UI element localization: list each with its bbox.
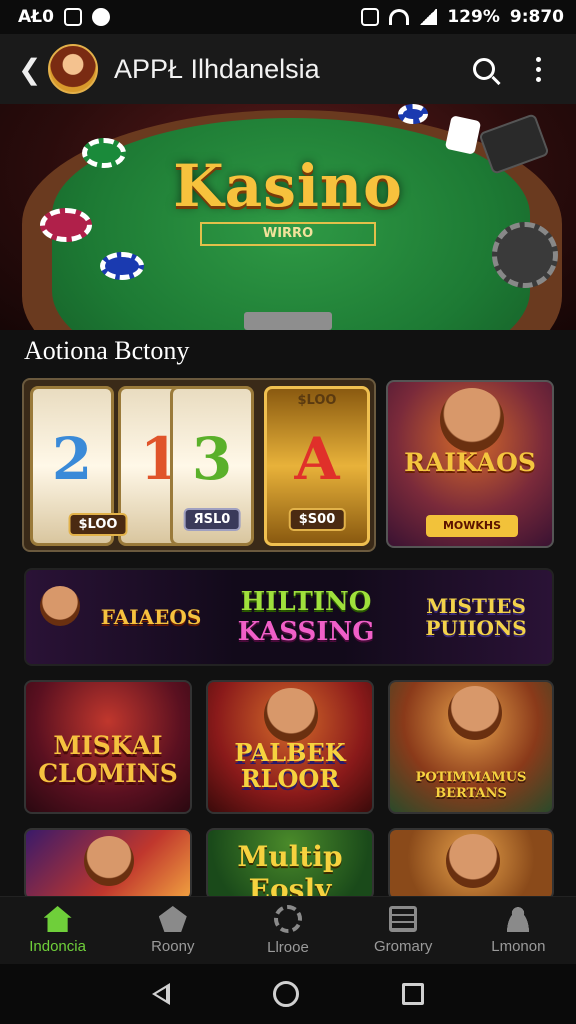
- game-tile[interactable]: [24, 828, 192, 900]
- bottom-navigation: Indoncia Roony Llrooe Gromary Lmonon: [0, 896, 576, 964]
- banner-game-1[interactable]: FAIAEOS: [86, 570, 216, 664]
- reel-top-label: $LOO: [297, 393, 337, 408]
- game-tile[interactable]: PALBEK RLOOR: [206, 680, 374, 814]
- slot-reel: 3 ЯSL0: [170, 386, 254, 546]
- hero-pager-indicator: [244, 312, 332, 330]
- chip-icon: [100, 252, 144, 280]
- reel-label: ЯSL0: [183, 508, 241, 531]
- clock: 9:870: [509, 7, 564, 27]
- character-illustration: [440, 388, 504, 452]
- app-bar: ❮ APPŁ Ilhdanelsia: [0, 34, 576, 104]
- system-home-icon[interactable]: [272, 981, 299, 1007]
- gear-icon: [273, 905, 302, 933]
- search-icon: [473, 58, 495, 80]
- banner-game-2[interactable]: HILTINO KASSING: [226, 570, 386, 664]
- banner-game-3[interactable]: MISTIES PUIIONS: [396, 570, 552, 664]
- chip-stack-icon: [492, 222, 558, 288]
- battery-text: 129%: [447, 7, 500, 27]
- nav-label: Roony: [151, 938, 195, 955]
- system-navigation-bar: [0, 964, 576, 1024]
- wifi-icon: [389, 9, 410, 25]
- grid-icon: [389, 906, 418, 932]
- more-vert-icon: [535, 56, 541, 82]
- reel-number: 3: [191, 425, 233, 493]
- section-title: Aotiona Bctony: [24, 336, 190, 365]
- nav-item-home[interactable]: Indoncia: [8, 906, 108, 955]
- character-illustration: [40, 586, 80, 626]
- character-illustration: [264, 688, 318, 742]
- character-illustration: [446, 834, 500, 888]
- promo-game-card[interactable]: RAIKAOS MOWKHS: [386, 380, 554, 548]
- nav-label: Llrooe: [267, 939, 309, 956]
- hero-banner[interactable]: Kasino WIRRO: [0, 104, 576, 330]
- system-recents-icon[interactable]: [402, 983, 425, 1005]
- more-button[interactable]: [518, 49, 558, 89]
- character-illustration: [448, 686, 502, 740]
- reel-label: $LOO: [68, 513, 128, 536]
- hero-title: Kasino: [173, 152, 403, 220]
- banner-game-2-line2: KASSING: [237, 617, 375, 647]
- slot-game-card[interactable]: 2 1 3 ЯSL0 $LOO A $S00 $LOO: [22, 378, 376, 552]
- nav-item-llrooe[interactable]: Llrooe: [238, 905, 338, 956]
- nav-label: Lmonon: [491, 938, 546, 955]
- status-carrier-text: AŁ0: [18, 7, 54, 27]
- user-icon: [504, 906, 533, 932]
- games-banner[interactable]: FAIAEOS HILTINO KASSING MISTIES PUIIONS: [24, 568, 554, 666]
- game-tile[interactable]: MISKAI CLOMINS: [24, 680, 192, 814]
- nav-label: Gromary: [373, 938, 433, 955]
- game-tile[interactable]: POTIMMAMUS BERTANS: [388, 680, 554, 814]
- nav-item-lmonon[interactable]: Lmonon: [468, 906, 568, 955]
- game-tile-title: POTIMMAMUS BERTANS: [415, 770, 527, 801]
- app-title: APPŁ Ilhdanelsia: [114, 53, 320, 84]
- notification-icon: [63, 8, 82, 26]
- reel-number: 2: [51, 425, 93, 493]
- chip-icon: [398, 104, 428, 124]
- signal-icon: [419, 9, 438, 25]
- character-illustration: [84, 836, 134, 886]
- slot-reel: $LOO A $S00: [264, 386, 370, 546]
- game-tile[interactable]: Multip Eosly: [206, 828, 374, 900]
- system-back-icon[interactable]: [151, 983, 170, 1005]
- status-bar: AŁ0 129% 9:870: [0, 0, 576, 34]
- promo-button[interactable]: MOWKHS: [426, 515, 518, 537]
- game-tile-title: Multip Eosly: [237, 840, 343, 900]
- star-icon: [158, 906, 187, 932]
- game-tile-title: MISKAI CLOMINS: [38, 731, 178, 788]
- reel-label: $S00: [288, 508, 346, 531]
- hero-subtitle: WIRRO: [200, 222, 376, 246]
- search-button[interactable]: [464, 49, 504, 89]
- home-icon: [43, 906, 72, 932]
- whatsapp-icon: [91, 8, 110, 26]
- vibrate-icon: [361, 8, 380, 26]
- avatar[interactable]: [48, 44, 98, 94]
- nav-item-gromary[interactable]: Gromary: [353, 906, 453, 955]
- back-icon[interactable]: ❮: [18, 53, 48, 86]
- nav-item-roony[interactable]: Roony: [123, 906, 223, 955]
- banner-game-2-line1: HILTINO: [240, 587, 372, 617]
- reel-number: A: [294, 425, 340, 493]
- game-tile-title: PALBEK RLOOR: [234, 738, 346, 793]
- game-tile[interactable]: [388, 828, 554, 900]
- promo-title: RAIKAOS: [404, 448, 536, 477]
- nav-label: Indoncia: [29, 938, 86, 955]
